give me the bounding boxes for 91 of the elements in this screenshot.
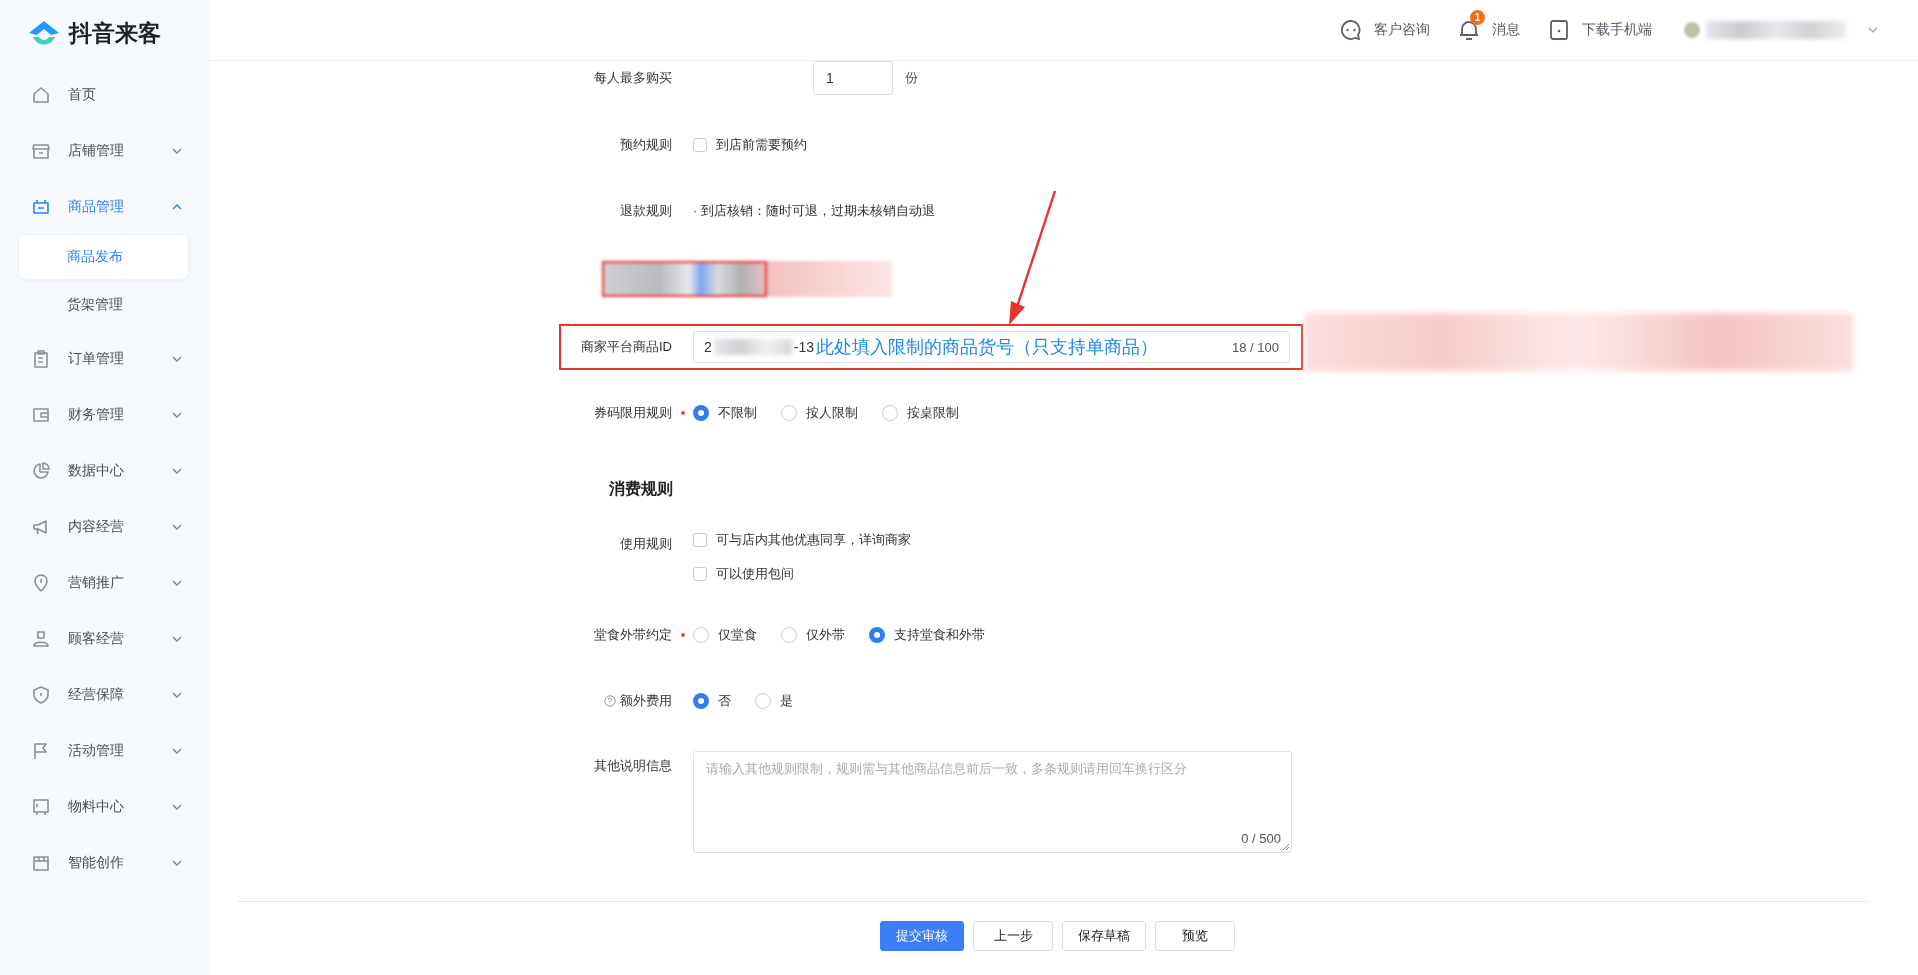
chevron-icon	[172, 580, 182, 586]
home-icon	[31, 85, 51, 105]
radio-option[interactable]: 仅外带	[781, 624, 845, 646]
nav-item[interactable]: 财务管理	[0, 387, 207, 443]
chevron-icon	[172, 524, 182, 530]
field-label: 退款规则	[620, 202, 672, 220]
character-counter: 0 / 500	[1241, 831, 1281, 846]
section-title: 消费规则	[609, 478, 673, 499]
chevron-icon	[172, 356, 182, 362]
radio-button[interactable]	[781, 405, 797, 421]
nav-item[interactable]: 数据中心	[0, 443, 207, 499]
board-icon	[31, 797, 51, 817]
nav-item[interactable]: 订单管理	[0, 331, 207, 387]
radio-option[interactable]: 是	[755, 690, 793, 712]
field-label: 使用规则	[620, 535, 672, 553]
field-label: 券码限用规则	[594, 404, 672, 422]
nav-subitem[interactable]: 商品发布	[19, 235, 188, 279]
chevron-icon	[172, 204, 182, 210]
field-label: 商家平台商品ID	[581, 338, 672, 356]
film-icon	[31, 853, 51, 873]
nav-item[interactable]: 活动管理	[0, 723, 207, 779]
radio-button[interactable]	[693, 693, 709, 709]
field-label: 额外费用	[620, 692, 672, 710]
chevron-icon	[172, 748, 182, 754]
input-field[interactable]: 2 -13此处填入限制的商品货号（只支持单商品） 18 / 100	[693, 331, 1290, 363]
nav-item[interactable]: 商品管理	[0, 179, 207, 235]
radio-button[interactable]	[693, 627, 709, 643]
radio-option[interactable]: 按桌限制	[882, 402, 959, 424]
nav-item[interactable]: 店铺管理	[0, 123, 207, 179]
header-action[interactable]: 下载手机端	[1548, 19, 1652, 41]
basket-icon	[31, 197, 51, 217]
location-pin-icon	[31, 573, 51, 593]
checkbox-option[interactable]: 可以使用包间	[693, 563, 911, 585]
chevron-icon	[172, 468, 182, 474]
radio-button[interactable]	[781, 627, 797, 643]
nav-item[interactable]: 智能创作	[0, 835, 207, 891]
action-button[interactable]: 保存草稿	[1062, 921, 1146, 951]
chevron-icon	[172, 804, 182, 810]
phone-icon	[1548, 19, 1570, 41]
chevron-icon	[1868, 27, 1878, 33]
field-label: 每人最多购买	[594, 69, 672, 87]
notification-badge: 1	[1470, 10, 1485, 25]
nav-item[interactable]: 顾客经营	[0, 611, 207, 667]
radio-button[interactable]	[882, 405, 898, 421]
radio-option[interactable]: 否	[693, 690, 731, 712]
brand-name: 抖音来客	[69, 19, 161, 48]
radio-button[interactable]	[755, 693, 771, 709]
checkbox[interactable]	[693, 138, 707, 152]
checkbox-option[interactable]: 到店前需要预约	[693, 134, 807, 156]
wallet-icon	[31, 405, 51, 425]
action-button[interactable]: 提交审核	[880, 921, 964, 951]
clipboard-icon	[31, 349, 51, 369]
avatar	[1684, 22, 1700, 38]
nav-item[interactable]: 营销推广	[0, 555, 207, 611]
action-button[interactable]: 上一步	[973, 921, 1053, 951]
chevron-icon	[172, 692, 182, 698]
chevron-icon	[172, 636, 182, 642]
resize-grip-icon	[1282, 843, 1290, 851]
radio-button[interactable]	[869, 627, 885, 643]
field-label: 预约规则	[620, 136, 672, 154]
field-label: 堂食外带约定	[594, 626, 672, 644]
chevron-icon	[172, 412, 182, 418]
header-action[interactable]: 客户咨询	[1340, 19, 1430, 41]
character-counter: 18 / 100	[1232, 339, 1279, 355]
radio-option[interactable]: 按人限制	[781, 402, 858, 424]
refund-rule-text: · 到店核销：随时可退，过期未核销自动退	[693, 202, 935, 220]
chat-icon	[1340, 19, 1362, 41]
person-icon	[31, 629, 51, 649]
radio-button[interactable]	[693, 405, 709, 421]
field-label: 其他说明信息	[594, 757, 672, 775]
annotation-text: 此处填入限制的商品货号（只支持单商品）	[816, 336, 1159, 359]
radio-option[interactable]: 仅堂食	[693, 624, 757, 646]
bell-icon	[1458, 19, 1480, 41]
store-icon	[31, 141, 51, 161]
pie-chart-icon	[31, 461, 51, 481]
chevron-icon	[172, 860, 182, 866]
shield-icon	[31, 685, 51, 705]
checkbox-option[interactable]: 可与店内其他优惠同享，详询商家	[693, 529, 911, 551]
checkbox[interactable]	[693, 533, 707, 547]
nav-item[interactable]: 首页	[0, 67, 207, 123]
checkbox[interactable]	[693, 567, 707, 581]
nav-item[interactable]: 物料中心	[0, 779, 207, 835]
chevron-icon	[172, 148, 182, 154]
nav-item[interactable]: 经营保障	[0, 667, 207, 723]
nav-item[interactable]: 内容经营	[0, 499, 207, 555]
radio-option[interactable]: 支持堂食和外带	[869, 624, 985, 646]
nav-subitem[interactable]: 货架管理	[19, 283, 188, 327]
radio-option[interactable]: 不限制	[693, 402, 757, 424]
action-button[interactable]: 预览	[1155, 921, 1235, 951]
quantity-field[interactable]: 1	[813, 61, 893, 95]
unit-label: 份	[905, 69, 918, 87]
